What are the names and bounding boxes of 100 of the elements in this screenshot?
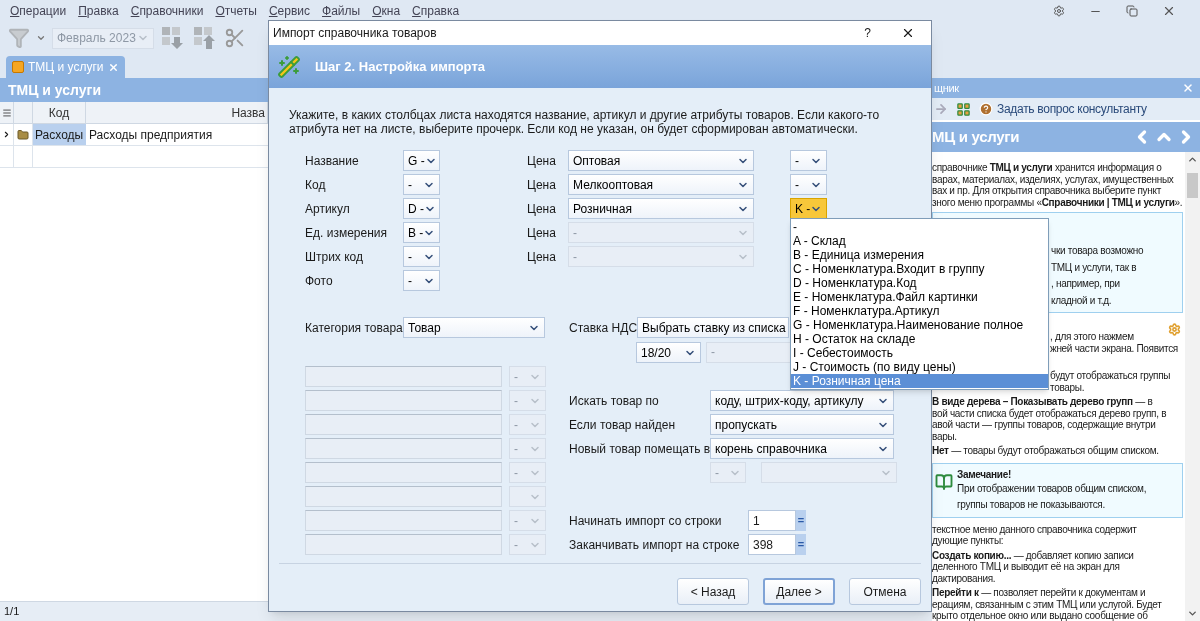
dropdown-item[interactable]: E - Номенклатура.Файл картинки (791, 290, 1048, 304)
vat-rate-select[interactable]: 18/20 (636, 342, 701, 363)
input-field[interactable] (305, 534, 502, 555)
dropdown-item[interactable]: C - Номенклатура.Входит в группу (791, 262, 1048, 276)
help-text: деленного ТМЦ и выводит её на экран для (932, 561, 1120, 573)
input-field[interactable] (305, 462, 502, 483)
field-label: Фото (305, 272, 334, 290)
price-select[interactable]: Оптовая (568, 150, 754, 171)
dropdown-item[interactable]: F - Номенклатура.Артикул (791, 304, 1048, 318)
scissors-icon[interactable] (224, 27, 246, 49)
field-label: Код (305, 176, 327, 194)
help-text: ерациям, связанным с этим ТМЦ или услугой. Будет (932, 598, 1162, 610)
menu-item[interactable]: Операции (10, 2, 67, 20)
expand-icon[interactable] (2, 130, 11, 139)
input-field[interactable]: 398 (748, 534, 796, 555)
scroll-up-icon[interactable] (1187, 154, 1198, 165)
gear-icon (1168, 323, 1181, 336)
option-select[interactable]: пропускать (710, 414, 894, 435)
field-label: Цена (527, 176, 557, 194)
column-header[interactable]: Назва (231, 103, 265, 122)
forward-icon[interactable] (934, 102, 948, 116)
column-select[interactable]: G - (403, 150, 440, 171)
group-select[interactable] (761, 462, 897, 483)
help-text: Нет — товары будут отображаться общим списком. (932, 445, 1159, 457)
filter-icon[interactable] (8, 27, 30, 49)
menu-item[interactable]: Правка (78, 2, 119, 20)
help-text: крыто отдельное окно или выдано сообщение об (932, 610, 1148, 621)
help-text: товары. (1050, 381, 1085, 393)
input-field[interactable] (305, 510, 502, 531)
dialog-button[interactable]: Далее > (763, 578, 835, 605)
dropdown-item[interactable]: A - Склад (791, 234, 1048, 248)
help-text: кладной и т.д. (1051, 294, 1112, 306)
input-field[interactable] (305, 438, 502, 459)
field-label: Ставка НДС (569, 319, 637, 337)
input-field[interactable] (305, 486, 502, 507)
dropdown-item[interactable]: B - Единица измерения (791, 248, 1048, 262)
calc-button[interactable]: = (796, 510, 806, 531)
note-text: группы товаров не показываются. (957, 497, 1105, 512)
vat-select[interactable]: Выбрать ставку из списка (637, 317, 789, 338)
note-title: Замечание! (957, 467, 1012, 481)
price-select[interactable]: Розничная (568, 198, 754, 219)
dialog-button[interactable]: Отмена (849, 578, 921, 605)
dropdown-item[interactable]: J - Стоимость (по виду цены) (791, 360, 1048, 374)
column-select[interactable]: - (790, 174, 827, 195)
menu-icon[interactable] (1, 107, 12, 118)
column-select[interactable]: K - (790, 198, 827, 219)
field-label: Категория товара (305, 319, 403, 337)
table-cell[interactable]: Расходы (33, 124, 86, 145)
dropdown-item[interactable]: D - Номенклатура.Код (791, 276, 1048, 290)
field-label: Цена (527, 200, 557, 218)
scrollbar[interactable] (1185, 152, 1200, 621)
field-label: Название (305, 152, 360, 170)
input-field[interactable] (305, 366, 502, 387)
price-select[interactable]: Мелкооптовая (568, 174, 754, 195)
field-label: Артикул (305, 200, 351, 218)
help-text: ТМЦ и услуги, так в (1051, 261, 1137, 273)
input-field[interactable] (305, 390, 502, 411)
menu-item[interactable]: Отчеты (215, 2, 257, 20)
wand-icon (277, 54, 301, 79)
topic-title: МЦ и услуги (932, 126, 1020, 147)
table-cell-text: Расходы предприятия (88, 126, 214, 144)
move-icon[interactable] (192, 25, 218, 51)
scroll-down-icon[interactable] (1187, 608, 1198, 619)
column-select[interactable]: - (403, 270, 440, 291)
dropdown-item[interactable]: - (791, 220, 1048, 234)
column-select[interactable]: - (790, 150, 827, 171)
column-select[interactable]: - (403, 246, 440, 267)
column-select[interactable]: - (403, 174, 440, 195)
help-text: авой части — группы товаров, содержащие внутри (932, 419, 1156, 431)
caret-icon[interactable] (36, 33, 46, 43)
option-select[interactable]: коду, штрих-коду, артикулу (710, 390, 894, 411)
dropdown-item[interactable]: G - Номенклатура.Наименование полное (791, 318, 1048, 332)
menu-item[interactable]: Справка (412, 2, 460, 20)
scroll-thumb[interactable] (1187, 173, 1198, 198)
grid-icon[interactable] (956, 101, 971, 117)
column-select[interactable]: D - (403, 198, 440, 219)
column-header[interactable]: Код (48, 103, 70, 122)
input-field[interactable] (305, 414, 502, 435)
close-icon[interactable] (901, 26, 915, 40)
dialog-button[interactable]: < Назад (677, 578, 749, 605)
category-select[interactable]: Товар (403, 317, 545, 338)
close-icon[interactable] (1162, 4, 1176, 18)
restore-icon[interactable] (1126, 5, 1138, 17)
field-label: Цена (527, 152, 557, 170)
menu-item[interactable]: Окна (372, 2, 401, 20)
option-select[interactable]: корень справочника (710, 438, 894, 459)
field-label: Заканчивать импорт на строке (569, 536, 741, 554)
move-icon[interactable] (160, 25, 186, 51)
settings-icon[interactable] (1053, 5, 1065, 17)
column-select[interactable]: B - (403, 222, 440, 243)
input-field[interactable]: 1 (748, 510, 796, 531)
calc-button[interactable]: = (796, 534, 806, 555)
field-label: Штрих код (305, 248, 364, 266)
help-button[interactable]: ? (864, 24, 871, 42)
menu-item[interactable]: Справочники (130, 2, 204, 20)
menu-item[interactable]: Файлы (322, 2, 361, 20)
step-title: Шаг 2. Настройка импорта (315, 57, 485, 76)
help-text: варах, материалах, изделиях, услугах, имущественных (932, 173, 1174, 185)
help-text: чки товара возможно (1051, 245, 1144, 257)
menu-item[interactable]: Сервис (268, 2, 310, 20)
